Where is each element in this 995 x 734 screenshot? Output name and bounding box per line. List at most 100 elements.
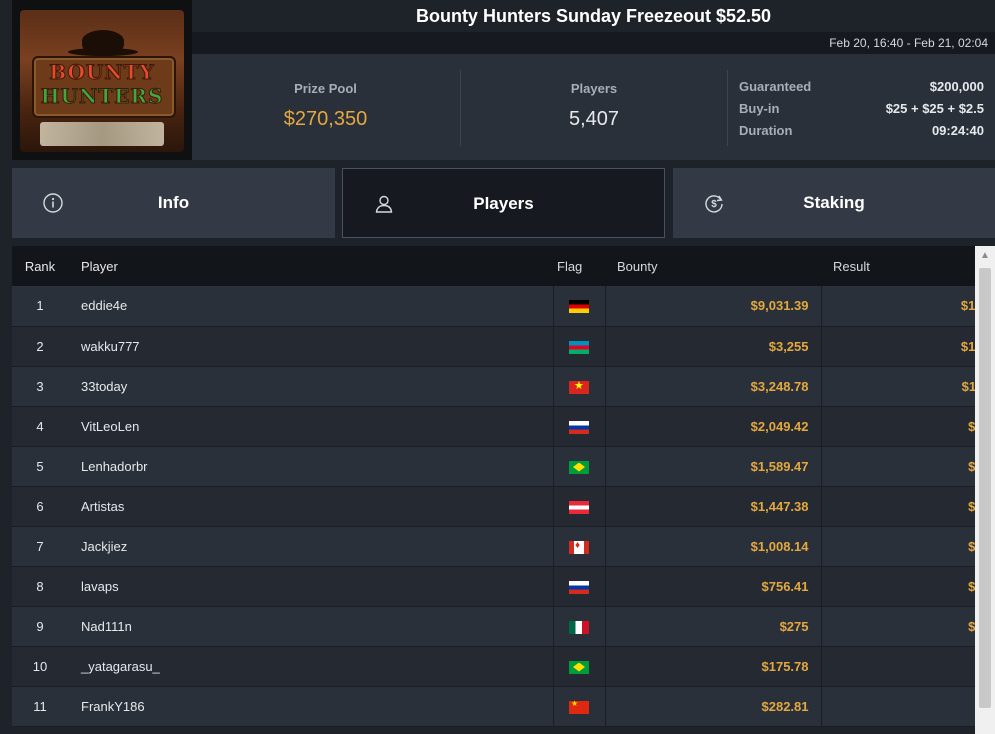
logo-text-bounty: BOUNTY	[49, 60, 155, 85]
buyin-row: Buy-in $25 + $25 + $2.5	[739, 98, 984, 120]
flag-cell	[552, 606, 606, 647]
rank-cell: 5	[12, 446, 68, 487]
rank-cell: 11	[12, 686, 68, 727]
flag-br-icon	[569, 460, 589, 474]
bounty-cell: $1,589.47	[605, 446, 822, 487]
tournament-dates: Feb 20, 16:40 - Feb 21, 02:04	[192, 32, 995, 54]
stats-panel: Prize Pool $270,350 Players 5,407 Guaran…	[192, 54, 995, 160]
player-name-cell: _yatagarasu_	[68, 646, 553, 687]
rank-cell: 6	[12, 486, 68, 527]
flag-ru-icon	[569, 580, 589, 594]
rank-cell: 7	[12, 526, 68, 567]
logo-text-hunters: HUNTERS	[40, 84, 164, 109]
scroll-up-arrow-icon[interactable]: ▲	[975, 246, 995, 266]
table-row[interactable]: 6Artistas $1,447.38$3,951.96	[12, 486, 975, 527]
table-row[interactable]: 2wakku777 $3,255$14,091.46	[12, 326, 975, 367]
tournament-title: Bounty Hunters Sunday Freezeout $52.50	[192, 0, 995, 32]
prize-pool-stat: Prize Pool $270,350	[192, 70, 459, 146]
flag-br-icon	[569, 660, 589, 674]
table-row[interactable]: 333today $3,248.78$10,763.11	[12, 366, 975, 407]
tab-players[interactable]: Players	[342, 168, 665, 238]
bounty-cell: $175.78	[605, 646, 822, 687]
player-name-cell: Jackjiez	[68, 526, 553, 567]
guaranteed-label: Guaranteed	[739, 79, 812, 94]
flag-cell	[552, 566, 606, 607]
result-cell: $3,951.96	[821, 486, 975, 527]
result-cell: $19,873.05	[821, 286, 975, 327]
table-header-row: Rank Player Flag Bounty Result	[12, 246, 975, 286]
player-name-cell: Nad111n	[68, 606, 553, 647]
scrollbar-thumb[interactable]	[979, 268, 991, 708]
player-name-cell: Artistas	[68, 486, 553, 527]
rank-cell: 3	[12, 366, 68, 407]
bounty-cell: $282.81	[605, 686, 822, 727]
result-cell: $10,763.11	[821, 366, 975, 407]
header-rank[interactable]: Rank	[12, 246, 68, 286]
tournament-details: Guaranteed $200,000 Buy-in $25 + $25 + $…	[739, 76, 984, 142]
flag-cell	[552, 286, 606, 327]
bounty-cell: $1,447.38	[605, 486, 822, 527]
rank-cell: 2	[12, 326, 68, 367]
date-range: Feb 20, 16:40 - Feb 21, 02:04	[829, 36, 988, 50]
table-row[interactable]: 8lavaps $756.41$1,960.42	[12, 566, 975, 607]
flag-de-icon	[569, 300, 589, 314]
rank-cell: 10	[12, 646, 68, 687]
flag-cell	[552, 686, 606, 727]
table-row[interactable]: 11FrankY186 $282.81$861.61	[12, 686, 975, 727]
flag-cell	[552, 366, 606, 407]
players-label: Players	[570, 81, 618, 96]
flag-cell	[552, 646, 606, 687]
result-cell: $2,744.67	[821, 526, 975, 567]
flag-cell	[552, 526, 606, 567]
logo-image: BOUNTY HUNTERS	[20, 10, 184, 152]
prize-pool-value: $270,350	[283, 108, 368, 130]
table-row[interactable]: 7Jackjiez $1,008.14$2,744.67	[12, 526, 975, 567]
table-row[interactable]: 9Nad111n $275$1,109.78	[12, 606, 975, 647]
players-table: Rank Player Flag Bounty Result 1 eddie4e $…	[12, 246, 975, 727]
bounty-cell: $3,248.78	[605, 366, 822, 407]
rank-cell: 1	[12, 286, 68, 327]
player-name-cell: 33today	[68, 366, 553, 407]
table-row[interactable]: 10_yatagarasu_ $175.78$754.58	[12, 646, 975, 687]
rank-cell: 4	[12, 406, 68, 447]
flag-cell	[552, 486, 606, 527]
header-result[interactable]: Result	[821, 246, 975, 286]
tab-staking[interactable]: $ Staking	[673, 168, 995, 238]
flag-cell	[552, 326, 606, 367]
player-name-cell: Lenhadorbr	[68, 446, 553, 487]
player-name-cell: eddie4e	[68, 286, 553, 327]
tab-info[interactable]: Info	[12, 168, 335, 238]
bounty-cell: $3,255	[605, 326, 822, 367]
prize-pool-label: Prize Pool	[294, 81, 357, 96]
flag-cell	[552, 446, 606, 487]
flag-vn-icon	[569, 379, 589, 394]
guaranteed-value: $200,000	[929, 79, 984, 94]
header-bounty[interactable]: Bounty	[605, 246, 821, 286]
table-row[interactable]: 4VitLeoLen $2,049.42$7,259.44	[12, 406, 975, 447]
flag-at-icon	[569, 500, 589, 514]
header-player[interactable]: Player	[68, 246, 553, 286]
rank-cell: 9	[12, 606, 68, 647]
duration-value: 09:24:40	[931, 123, 984, 138]
result-cell: $861.61	[821, 686, 975, 727]
tab-info-label: Info	[157, 193, 190, 212]
duration-label: Duration	[739, 123, 793, 138]
duration-row: Duration 09:24:40	[739, 120, 984, 142]
result-cell: $1,109.78	[821, 606, 975, 647]
vertical-scrollbar[interactable]: ▲	[975, 246, 995, 734]
tab-staking-label: Staking	[803, 193, 865, 212]
result-cell: $7,259.44	[821, 406, 975, 447]
header-flag[interactable]: Flag	[553, 246, 605, 286]
flag-ru-icon	[569, 420, 589, 434]
playing-cards-icon	[40, 122, 164, 146]
flag-ca-icon	[569, 540, 589, 554]
players-value: 5,407	[568, 108, 620, 130]
bounty-cell: $9,031.39	[605, 286, 822, 327]
table-row[interactable]: 1eddie4e $9,031.39$19,873.05	[12, 286, 975, 327]
bounty-cell: $756.41	[605, 566, 822, 607]
table-row[interactable]: 5Lenhadorbr $1,589.47$5,201.80	[12, 446, 975, 487]
result-cell: $5,201.80	[821, 446, 975, 487]
flag-cn-icon	[569, 699, 589, 714]
flag-cell	[552, 406, 606, 447]
flag-az-icon	[569, 340, 589, 354]
